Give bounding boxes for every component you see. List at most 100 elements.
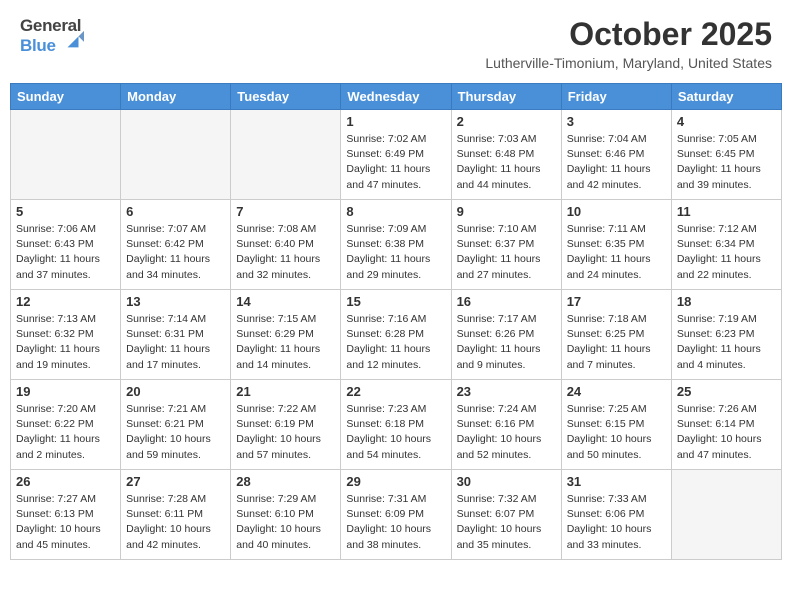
day-info: Sunrise: 7:09 AMSunset: 6:38 PMDaylight:… (346, 222, 445, 283)
day-info: Sunrise: 7:33 AMSunset: 6:06 PMDaylight:… (567, 492, 666, 553)
day-number: 23 (457, 384, 556, 399)
calendar-day-cell: 26Sunrise: 7:27 AMSunset: 6:13 PMDayligh… (11, 470, 121, 560)
calendar-day-cell: 30Sunrise: 7:32 AMSunset: 6:07 PMDayligh… (451, 470, 561, 560)
calendar-header-tuesday: Tuesday (231, 84, 341, 110)
calendar-week-row: 1 Sunrise: 7:02 AMSunset: 6:49 PMDaylight… (11, 110, 782, 200)
location: Lutherville-Timonium, Maryland, United S… (485, 55, 772, 71)
day-info: Sunrise: 7:11 AMSunset: 6:35 PMDaylight:… (567, 222, 666, 283)
day-info: Sunrise: 7:03 AMSunset: 6:48 PMDaylight:… (457, 132, 556, 193)
calendar-day-cell: 25 Sunrise: 7:26 AMSunset: 6:14 PMDayligh… (671, 380, 781, 470)
calendar-day-cell: 8Sunrise: 7:09 AMSunset: 6:38 PMDaylight… (341, 200, 451, 290)
day-number: 30 (457, 474, 556, 489)
day-info: Sunrise: 7:12 AMSunset: 6:34 PMDaylight:… (677, 222, 776, 283)
calendar-day-cell: 19Sunrise: 7:20 AMSunset: 6:22 PMDayligh… (11, 380, 121, 470)
calendar-day-cell: 6 Sunrise: 7:07 AMSunset: 6:42 PMDaylight… (121, 200, 231, 290)
logo-blue-text: Blue (20, 36, 84, 56)
calendar-day-cell: 4Sunrise: 7:05 AMSunset: 6:45 PMDaylight… (671, 110, 781, 200)
day-number: 14 (236, 294, 335, 309)
day-info: Sunrise: 7:28 AMSunset: 6:11 PMDaylight:… (126, 492, 225, 553)
day-number: 29 (346, 474, 445, 489)
day-number: 3 (567, 114, 666, 129)
day-number: 5 (16, 204, 115, 219)
day-info: Sunrise: 7:24 AMSunset: 6:16 PMDaylight:… (457, 402, 556, 463)
calendar-day-cell (671, 470, 781, 560)
logo: General Blue (20, 16, 84, 56)
calendar-day-cell: 10 Sunrise: 7:11 AMSunset: 6:35 PMDayligh… (561, 200, 671, 290)
day-info: Sunrise: 7:08 AMSunset: 6:40 PMDaylight:… (236, 222, 335, 283)
calendar-day-cell: 28 Sunrise: 7:29 AMSunset: 6:10 PMDayligh… (231, 470, 341, 560)
calendar-day-cell: 1 Sunrise: 7:02 AMSunset: 6:49 PMDaylight… (341, 110, 451, 200)
day-info: Sunrise: 7:02 AMSunset: 6:49 PMDaylight:… (346, 132, 445, 193)
day-number: 25 (677, 384, 776, 399)
day-number: 31 (567, 474, 666, 489)
day-number: 22 (346, 384, 445, 399)
day-number: 27 (126, 474, 225, 489)
day-info: Sunrise: 7:20 AMSunset: 6:22 PMDaylight:… (16, 402, 115, 463)
day-number: 13 (126, 294, 225, 309)
calendar-week-row: 5Sunrise: 7:06 AMSunset: 6:43 PMDaylight… (11, 200, 782, 290)
day-info: Sunrise: 7:10 AMSunset: 6:37 PMDaylight:… (457, 222, 556, 283)
day-number: 1 (346, 114, 445, 129)
day-number: 15 (346, 294, 445, 309)
calendar-day-cell: 9Sunrise: 7:10 AMSunset: 6:37 PMDaylight… (451, 200, 561, 290)
calendar-day-cell: 31 Sunrise: 7:33 AMSunset: 6:06 PMDayligh… (561, 470, 671, 560)
calendar-day-cell: 13 Sunrise: 7:14 AMSunset: 6:31 PMDayligh… (121, 290, 231, 380)
day-info: Sunrise: 7:07 AMSunset: 6:42 PMDaylight:… (126, 222, 225, 283)
calendar-header-friday: Friday (561, 84, 671, 110)
day-info: Sunrise: 7:25 AMSunset: 6:15 PMDaylight:… (567, 402, 666, 463)
day-info: Sunrise: 7:17 AMSunset: 6:26 PMDaylight:… (457, 312, 556, 373)
day-info: Sunrise: 7:14 AMSunset: 6:31 PMDaylight:… (126, 312, 225, 373)
calendar-day-cell (121, 110, 231, 200)
calendar-day-cell: 27 Sunrise: 7:28 AMSunset: 6:11 PMDayligh… (121, 470, 231, 560)
day-info: Sunrise: 7:18 AMSunset: 6:25 PMDaylight:… (567, 312, 666, 373)
calendar-day-cell: 21 Sunrise: 7:22 AMSunset: 6:19 PMDayligh… (231, 380, 341, 470)
day-info: Sunrise: 7:23 AMSunset: 6:18 PMDaylight:… (346, 402, 445, 463)
calendar-day-cell: 18Sunrise: 7:19 AMSunset: 6:23 PMDayligh… (671, 290, 781, 380)
calendar-day-cell (231, 110, 341, 200)
calendar-day-cell: 22 Sunrise: 7:23 AMSunset: 6:18 PMDayligh… (341, 380, 451, 470)
calendar-day-cell: 12Sunrise: 7:13 AMSunset: 6:32 PMDayligh… (11, 290, 121, 380)
calendar-day-cell: 16Sunrise: 7:17 AMSunset: 6:26 PMDayligh… (451, 290, 561, 380)
logo-triangle-icon (62, 29, 84, 51)
day-number: 7 (236, 204, 335, 219)
month-title: October 2025 (485, 16, 772, 53)
calendar-day-cell: 17 Sunrise: 7:18 AMSunset: 6:25 PMDayligh… (561, 290, 671, 380)
calendar-day-cell: 7 Sunrise: 7:08 AMSunset: 6:40 PMDaylight… (231, 200, 341, 290)
day-number: 24 (567, 384, 666, 399)
day-info: Sunrise: 7:15 AMSunset: 6:29 PMDaylight:… (236, 312, 335, 373)
day-info: Sunrise: 7:29 AMSunset: 6:10 PMDaylight:… (236, 492, 335, 553)
day-number: 10 (567, 204, 666, 219)
calendar-header-monday: Monday (121, 84, 231, 110)
calendar-day-cell: 23 Sunrise: 7:24 AMSunset: 6:16 PMDayligh… (451, 380, 561, 470)
calendar-header-thursday: Thursday (451, 84, 561, 110)
calendar-header-sunday: Sunday (11, 84, 121, 110)
day-number: 2 (457, 114, 556, 129)
calendar-day-cell: 14 Sunrise: 7:15 AMSunset: 6:29 PMDayligh… (231, 290, 341, 380)
calendar-header-row: SundayMondayTuesdayWednesdayThursdayFrid… (11, 84, 782, 110)
day-info: Sunrise: 7:27 AMSunset: 6:13 PMDaylight:… (16, 492, 115, 553)
day-number: 17 (567, 294, 666, 309)
day-number: 11 (677, 204, 776, 219)
calendar-day-cell: 20Sunrise: 7:21 AMSunset: 6:21 PMDayligh… (121, 380, 231, 470)
calendar-day-cell: 15 Sunrise: 7:16 AMSunset: 6:28 PMDayligh… (341, 290, 451, 380)
calendar-header-wednesday: Wednesday (341, 84, 451, 110)
title-block: October 2025 Lutherville-Timonium, Maryl… (485, 16, 772, 71)
day-info: Sunrise: 7:04 AMSunset: 6:46 PMDaylight:… (567, 132, 666, 193)
day-number: 20 (126, 384, 225, 399)
calendar-day-cell: 24 Sunrise: 7:25 AMSunset: 6:15 PMDayligh… (561, 380, 671, 470)
day-info: Sunrise: 7:22 AMSunset: 6:19 PMDaylight:… (236, 402, 335, 463)
calendar-table: SundayMondayTuesdayWednesdayThursdayFrid… (10, 83, 782, 560)
calendar-day-cell: 5Sunrise: 7:06 AMSunset: 6:43 PMDaylight… (11, 200, 121, 290)
calendar-day-cell: 3 Sunrise: 7:04 AMSunset: 6:46 PMDaylight… (561, 110, 671, 200)
day-info: Sunrise: 7:26 AMSunset: 6:14 PMDaylight:… (677, 402, 776, 463)
day-number: 21 (236, 384, 335, 399)
page-header: General Blue October 2025 Lutherville-Ti… (0, 0, 792, 75)
calendar-header-saturday: Saturday (671, 84, 781, 110)
day-info: Sunrise: 7:16 AMSunset: 6:28 PMDaylight:… (346, 312, 445, 373)
day-info: Sunrise: 7:31 AMSunset: 6:09 PMDaylight:… (346, 492, 445, 553)
day-number: 6 (126, 204, 225, 219)
calendar-day-cell: 11 Sunrise: 7:12 AMSunset: 6:34 PMDayligh… (671, 200, 781, 290)
day-number: 12 (16, 294, 115, 309)
day-number: 28 (236, 474, 335, 489)
day-number: 4 (677, 114, 776, 129)
